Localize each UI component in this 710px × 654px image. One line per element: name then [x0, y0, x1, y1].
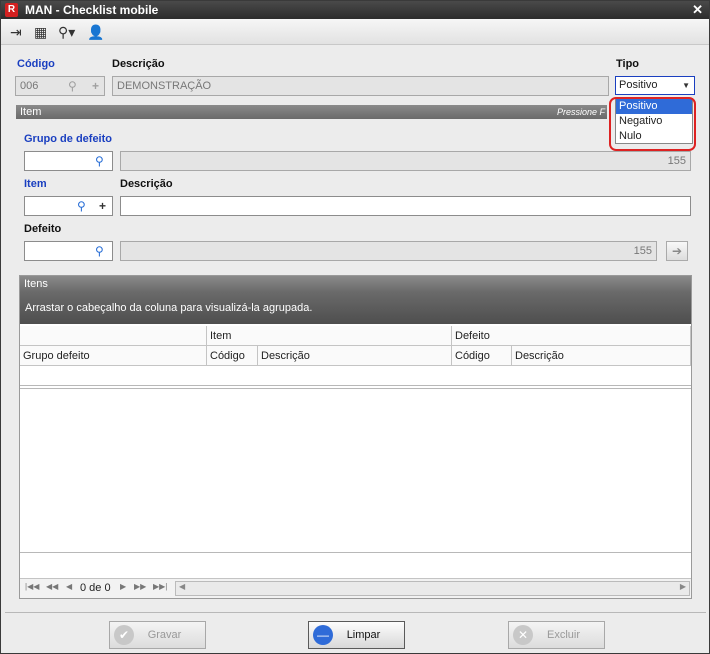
first-page-icon[interactable]: |◀◀ — [25, 582, 39, 591]
add-icon[interactable]: + — [99, 198, 106, 214]
grupo-defeito-label: Grupo de defeito — [24, 133, 112, 145]
tipo-selected-value: Positivo — [619, 79, 658, 91]
toolbar: ⇥ ▦ ⚲▾ 👤 — [1, 19, 709, 45]
itens-section-title: Itens — [24, 278, 48, 290]
search-icon[interactable]: ⚲ — [95, 243, 104, 259]
next-page-icon[interactable]: ▶ — [120, 582, 126, 591]
check-icon: ✔ — [114, 625, 134, 645]
col-grupo-defeito[interactable]: Grupo defeito — [20, 346, 207, 366]
limpar-button[interactable]: — Limpar — [308, 621, 405, 649]
prev-page-icon[interactable]: ◀ — [66, 582, 72, 591]
main-window: R MAN - Checklist mobile ✕ ⇥ ▦ ⚲▾ 👤 Códi… — [0, 0, 710, 654]
itens-section-header: Itens — [20, 276, 691, 292]
last-page-icon[interactable]: ▶▶| — [153, 582, 167, 591]
pager-text: 0 de 0 — [80, 582, 111, 594]
band-defeito: Defeito — [452, 326, 691, 346]
scroll-right-icon[interactable]: ▶ — [680, 582, 686, 591]
search-icon[interactable]: ⚲▾ — [58, 23, 75, 41]
band-item: Item — [207, 326, 452, 346]
itens-grid: Itens Arrastar o cabeçalho da coluna par… — [19, 275, 692, 599]
defeito-label: Defeito — [24, 223, 62, 235]
app-icon: R — [5, 3, 18, 17]
tipo-select[interactable]: Positivo ▼ — [615, 76, 695, 95]
item-section-header: Item Pressione F — [16, 105, 607, 119]
shortcut-hint: Pressione F — [556, 107, 605, 117]
item-desc-field[interactable] — [120, 196, 691, 216]
arrow-right-icon[interactable]: ➔ — [666, 241, 688, 261]
filter-row-divider — [20, 385, 691, 386]
item-code-field[interactable]: ⚲ + — [24, 196, 113, 216]
item-label: Item — [24, 178, 47, 190]
item-descricao-label: Descrição — [120, 178, 173, 190]
scroll-left-icon[interactable]: ◀ — [179, 582, 185, 591]
footer-divider — [5, 612, 706, 613]
chevron-down-icon[interactable]: ▼ — [682, 77, 690, 94]
excluir-label: Excluir — [546, 629, 580, 641]
tipo-label: Tipo — [616, 58, 640, 70]
defeito-code-field[interactable]: ⚲ — [24, 241, 113, 261]
codigo-field[interactable]: 006 ⚲ + — [15, 76, 105, 96]
minus-icon: — — [313, 625, 333, 645]
col-defeito-descricao[interactable]: Descrição — [512, 346, 691, 366]
descricao-field[interactable]: DEMONSTRAÇÃO — [112, 76, 609, 96]
grupo-defeito-desc-field[interactable]: 155 — [120, 151, 691, 171]
search-icon[interactable]: ⚲ — [77, 198, 86, 214]
search-icon[interactable]: ⚲ — [95, 153, 104, 169]
add-icon[interactable]: + — [92, 78, 99, 94]
gravar-button[interactable]: ✔ Gravar — [109, 621, 206, 649]
exit-icon[interactable]: ⇥ — [10, 23, 22, 41]
col-item-descricao[interactable]: Descrição — [258, 346, 452, 366]
grid-navigator: |◀◀ ◀◀ ◀ 0 de 0 ▶ ▶▶ ▶▶| ◀ ▶ — [20, 578, 691, 598]
horizontal-scrollbar[interactable]: ◀ ▶ — [175, 581, 690, 596]
codigo-label: Código — [17, 58, 55, 70]
close-icon: ✕ — [513, 625, 533, 645]
grupo-defeito-code-field[interactable]: ⚲ — [24, 151, 113, 171]
search-icon[interactable]: ⚲ — [68, 78, 77, 94]
footer-row-divider — [20, 552, 691, 553]
filter-row-divider — [20, 388, 691, 389]
col-defeito-codigo[interactable]: Código — [452, 346, 512, 366]
col-item-codigo[interactable]: Código — [207, 346, 258, 366]
excluir-button[interactable]: ✕ Excluir — [508, 621, 605, 649]
defeito-desc-field[interactable]: 155 — [120, 241, 657, 261]
codigo-value: 006 — [20, 80, 39, 92]
item-section-title: Item — [20, 106, 42, 118]
prev-page-group-icon[interactable]: ◀◀ — [46, 582, 58, 591]
user-icon[interactable]: 👤 — [87, 23, 104, 41]
descricao-label: Descrição — [112, 58, 165, 70]
window-title: MAN - Checklist mobile — [25, 3, 159, 17]
limpar-label: Limpar — [346, 629, 381, 641]
card-icon[interactable]: ▦ — [34, 23, 47, 41]
next-page-group-icon[interactable]: ▶▶ — [134, 582, 146, 591]
group-by-panel[interactable]: Arrastar o cabeçalho da coluna para visu… — [20, 292, 691, 324]
highlight-ring — [609, 97, 696, 151]
gravar-label: Gravar — [147, 629, 182, 641]
band-empty — [20, 326, 207, 346]
close-icon[interactable]: ✕ — [692, 1, 703, 19]
title-bar: R MAN - Checklist mobile ✕ — [1, 1, 709, 19]
